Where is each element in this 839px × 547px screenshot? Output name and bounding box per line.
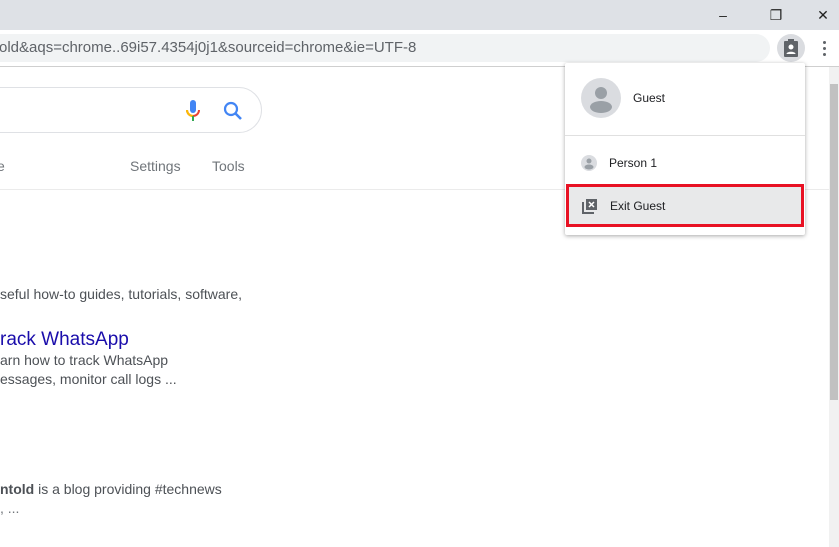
result-snippet: seful how-to guides, tutorials, software… — [0, 286, 243, 302]
minimize-button[interactable]: – — [700, 0, 746, 30]
current-profile: Guest — [565, 78, 805, 118]
title-bar: – ❐ ✕ — [0, 0, 839, 30]
person-icon — [581, 155, 597, 171]
result-title-link[interactable]: rack WhatsApp — [0, 329, 129, 351]
current-profile-name: Guest — [633, 91, 666, 105]
toolbar: old&aqs=chrome..69i57.4354j0j1&sourceid=… — [0, 30, 839, 67]
result-text: is a blog providing #technews — [34, 481, 222, 497]
close-button[interactable]: ✕ — [800, 0, 839, 30]
guest-avatar-icon — [581, 78, 621, 118]
search-box[interactable] — [0, 87, 262, 133]
scrollbar[interactable] — [829, 67, 839, 547]
menu-divider — [565, 135, 805, 136]
tab-settings[interactable]: Settings — [130, 158, 181, 174]
tab-partial[interactable]: e — [0, 158, 5, 174]
result-snippet: essages, monitor call logs ... — [0, 371, 177, 387]
guest-badge-icon — [784, 39, 798, 57]
microphone-icon[interactable] — [186, 100, 200, 122]
result-bold: ntold — [0, 481, 35, 497]
menu-item-exit-guest[interactable]: Exit Guest — [566, 184, 804, 227]
menu-item-person-1[interactable]: Person 1 — [565, 148, 805, 178]
menu-item-label: Exit Guest — [610, 198, 666, 213]
restore-button[interactable]: ❐ — [753, 0, 799, 30]
scrollbar-thumb[interactable] — [830, 84, 838, 400]
result-snippet: , ... — [0, 500, 20, 516]
profile-menu: Guest Person 1 Exit Guest — [565, 63, 805, 235]
result-snippet: ntold is a blog providing #technews — [0, 481, 222, 497]
menu-item-label: Person 1 — [609, 156, 658, 170]
profile-button[interactable] — [777, 34, 805, 62]
chrome-menu-button[interactable] — [815, 36, 833, 60]
exit-guest-icon — [582, 198, 597, 214]
result-snippet: arn how to track WhatsApp — [0, 352, 169, 368]
search-icon[interactable] — [223, 101, 243, 121]
tab-tools[interactable]: Tools — [212, 158, 245, 174]
address-bar[interactable]: old&aqs=chrome..69i57.4354j0j1&sourceid=… — [0, 34, 770, 62]
